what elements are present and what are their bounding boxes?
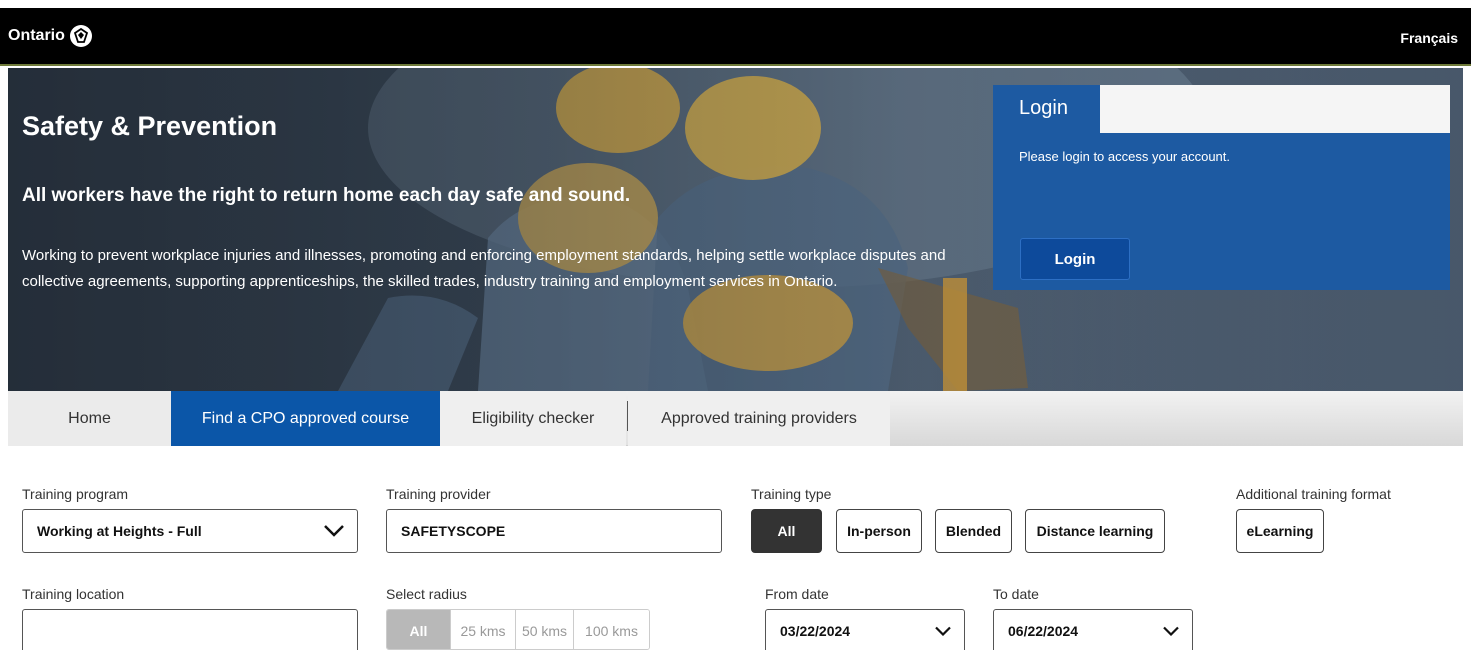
nav-filler <box>890 391 1463 446</box>
tab-approved-training-providers[interactable]: Approved training providers <box>628 391 890 446</box>
additional-format-label: Additional training format <box>1236 486 1391 502</box>
training-program-select[interactable]: Working at Heights - Full <box>22 509 358 553</box>
hero-description: Working to prevent workplace injuries an… <box>22 247 946 290</box>
training-location-label: Training location <box>22 586 125 602</box>
chevron-down-icon <box>935 626 951 637</box>
to-date-label: To date <box>993 586 1039 602</box>
training-type-label: Training type <box>751 486 832 502</box>
to-date-value: 06/22/2024 <box>1008 623 1079 639</box>
to-date-picker[interactable]: 06/22/2024 <box>993 609 1193 650</box>
login-tab-bar <box>1100 85 1450 133</box>
chevron-down-icon <box>324 525 344 537</box>
training-type-in-person[interactable]: In-person <box>836 509 922 553</box>
login-panel: Login Please login to access your accoun… <box>993 85 1450 290</box>
radius-selector: All 25 kms 50 kms 100 kms <box>386 609 650 650</box>
format-elearning[interactable]: eLearning <box>1236 509 1324 553</box>
chevron-down-icon <box>1163 626 1179 637</box>
radius-100[interactable]: 100 kms <box>573 610 649 649</box>
radius-all[interactable]: All <box>387 610 450 649</box>
login-button[interactable]: Login <box>1020 238 1130 280</box>
main-nav: Home Find a CPO approved course Eligibil… <box>8 391 1463 446</box>
login-message: Please login to access your account. <box>1019 149 1231 164</box>
page-title: Safety & Prevention <box>22 111 278 141</box>
select-radius-label: Select radius <box>386 586 467 602</box>
tab-home[interactable]: Home <box>8 391 171 446</box>
training-type-blended[interactable]: Blended <box>935 509 1012 553</box>
from-date-picker[interactable]: 03/22/2024 <box>765 609 965 650</box>
tab-eligibility-checker[interactable]: Eligibility checker <box>440 391 626 446</box>
training-type-all[interactable]: All <box>751 509 822 553</box>
tab-find-cpo-course[interactable]: Find a CPO approved course <box>171 391 440 446</box>
training-location-input[interactable] <box>22 609 358 650</box>
radius-50[interactable]: 50 kms <box>515 610 573 649</box>
training-provider-input[interactable] <box>386 509 722 553</box>
training-program-value: Working at Heights - Full <box>37 523 202 539</box>
top-bar: Ontario Français <box>0 8 1471 66</box>
training-program-label: Training program <box>22 486 129 502</box>
radius-25[interactable]: 25 kms <box>450 610 515 649</box>
login-tab[interactable]: Login <box>993 85 1100 133</box>
training-type-distance-learning[interactable]: Distance learning <box>1025 509 1165 553</box>
language-toggle-link[interactable]: Français <box>1400 30 1458 46</box>
from-date-value: 03/22/2024 <box>780 623 851 639</box>
from-date-label: From date <box>765 586 829 602</box>
logo-text: Ontario <box>8 27 65 44</box>
training-provider-label: Training provider <box>386 486 491 502</box>
trillium-icon <box>69 25 92 47</box>
ontario-logo[interactable]: Ontario <box>8 25 92 47</box>
hero-subtitle: All workers have the right to return hom… <box>22 185 631 206</box>
